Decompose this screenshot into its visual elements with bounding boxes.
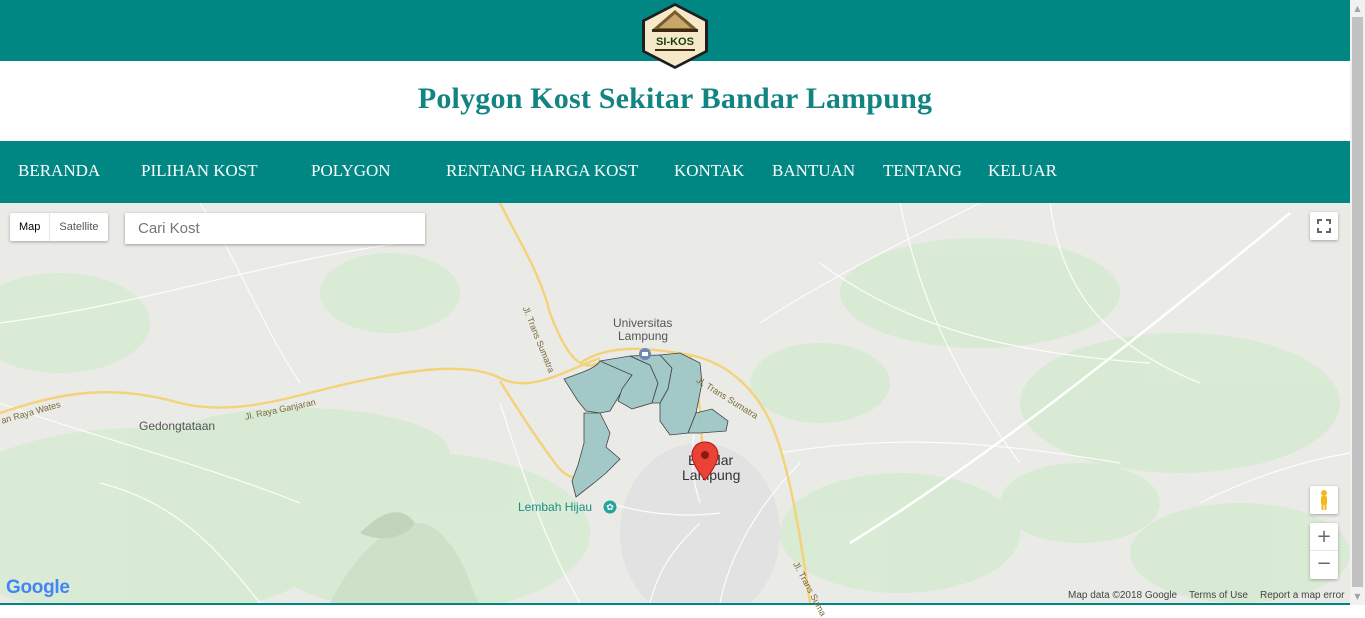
label-universitas: Universitas xyxy=(613,316,673,330)
label-lampung-univ: Lampung xyxy=(618,329,669,343)
park-icon: ✿ xyxy=(603,500,617,514)
svg-text:✿: ✿ xyxy=(606,503,614,513)
nav-item-beranda[interactable]: BERANDA xyxy=(18,161,100,181)
map-canvas[interactable]: ✿ xyxy=(0,203,1350,603)
si-kos-logo[interactable]: SI-KOS xyxy=(639,1,711,71)
label-gedongtataan: Gedongtataan xyxy=(139,419,216,433)
map-data-attribution: Map data ©2018 Google xyxy=(1068,590,1178,601)
street-view-button[interactable] xyxy=(1310,486,1338,514)
scrollbar-thumb[interactable] xyxy=(1352,17,1363,587)
map-type-control: Map Satellite xyxy=(10,213,108,241)
nav-item-polygon[interactable]: POLYGON xyxy=(311,161,391,181)
nav-item-keluar[interactable]: KELUAR xyxy=(988,161,1057,181)
nav-item-kontak[interactable]: KONTAK xyxy=(674,161,744,181)
fullscreen-button[interactable] xyxy=(1310,212,1338,240)
location-marker-icon[interactable] xyxy=(691,441,719,481)
map-type-map-button[interactable]: Map xyxy=(10,213,51,241)
report-map-error-link[interactable]: Report a map error xyxy=(1260,590,1344,601)
search-input[interactable] xyxy=(125,213,425,244)
nav-item-tentang[interactable]: TENTANG xyxy=(883,161,962,181)
scroll-up-arrow-icon[interactable]: ▲ xyxy=(1350,0,1365,17)
pegman-icon xyxy=(1321,490,1327,510)
google-logo[interactable]: Google xyxy=(6,577,70,599)
logo-text: SI-KOS xyxy=(656,36,694,48)
scroll-down-arrow-icon[interactable]: ▼ xyxy=(1350,588,1365,605)
terms-of-use-link[interactable]: Terms of Use xyxy=(1189,590,1248,601)
zoom-control: + − xyxy=(1310,523,1338,579)
zoom-in-button[interactable]: + xyxy=(1310,523,1338,551)
map-type-satellite-button[interactable]: Satellite xyxy=(50,213,107,241)
nav-item-bantuan[interactable]: BANTUAN xyxy=(772,161,855,181)
university-icon xyxy=(639,348,651,360)
fullscreen-icon xyxy=(1317,219,1331,233)
zoom-out-button[interactable]: − xyxy=(1310,551,1338,579)
label-lembah-hijau: Lembah Hijau xyxy=(518,500,593,514)
page-title: Polygon Kost Sekitar Bandar Lampung xyxy=(417,82,933,115)
nav-item-pilihan-kost[interactable]: PILIHAN KOST xyxy=(141,161,258,181)
nav-item-rentang-harga-kost[interactable]: RENTANG HARGA KOST xyxy=(446,161,638,181)
